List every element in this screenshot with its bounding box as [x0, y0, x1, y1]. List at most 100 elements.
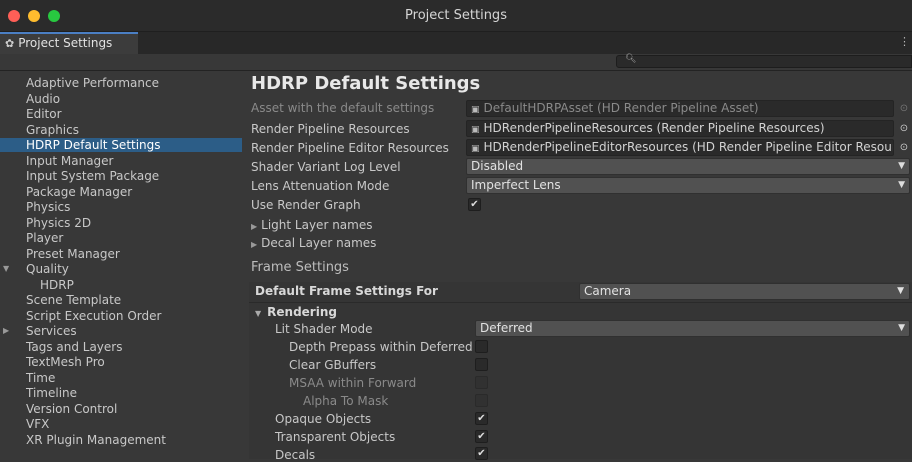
- sidebar-item-package-manager[interactable]: Package Manager: [0, 185, 242, 199]
- light-layers-foldout[interactable]: ▶ Light Layer names: [251, 218, 372, 232]
- depth-prepass-label: Depth Prepass within Deferred: [289, 340, 473, 354]
- sidebar-item-preset-manager[interactable]: Preset Manager: [0, 247, 242, 261]
- chevron-down-icon: ▼: [255, 309, 262, 318]
- sidebar-item-time[interactable]: Time: [0, 371, 242, 385]
- window-title: Project Settings: [405, 8, 507, 23]
- decals-checkbox[interactable]: ✔: [475, 447, 488, 460]
- decal-layers-label: Decal Layer names: [261, 236, 377, 250]
- opaque-objects-label: Opaque Objects: [275, 412, 372, 426]
- frame-settings-heading: Frame Settings: [251, 260, 349, 275]
- object-picker-icon[interactable]: ⊙: [898, 139, 910, 156]
- sidebar-item-hdrp[interactable]: HDRP: [0, 278, 242, 292]
- object-picker-icon[interactable]: ⊙: [898, 120, 910, 137]
- chevron-down-icon: ▼: [897, 286, 904, 296]
- sidebar-item-input-manager[interactable]: Input Manager: [0, 154, 242, 168]
- render-graph-label: Use Render Graph: [251, 198, 361, 212]
- sidebar-item-adaptive-performance[interactable]: Adaptive Performance: [0, 76, 242, 90]
- shader-log-value: Disabled: [471, 159, 524, 173]
- msaa-checkbox[interactable]: [475, 376, 488, 389]
- title-bar: Project Settings: [0, 0, 912, 32]
- tab-project-settings[interactable]: ✿ Project Settings: [0, 32, 138, 54]
- sidebar-item-graphics[interactable]: Graphics: [0, 123, 242, 137]
- sidebar-item-timeline[interactable]: Timeline: [0, 386, 242, 400]
- rp-resources-value: HDRenderPipelineResources (Render Pipeli…: [483, 121, 825, 135]
- sidebar-item-xr-plugin-management[interactable]: XR Plugin Management: [0, 433, 242, 447]
- chevron-down-icon: ▼: [898, 323, 905, 333]
- rendering-foldout[interactable]: ▼ Rendering: [255, 305, 337, 319]
- transparent-objects-checkbox[interactable]: ✔: [475, 430, 488, 443]
- shader-log-label: Shader Variant Log Level: [251, 160, 401, 174]
- settings-panel: HDRP Default Settings Asset with the def…: [242, 71, 912, 462]
- sidebar-item-input-system-package[interactable]: Input System Package: [0, 169, 242, 183]
- sidebar-item-hdrp-default-settings[interactable]: HDRP Default Settings: [0, 138, 242, 152]
- light-layers-label: Light Layer names: [261, 218, 373, 232]
- transparent-objects-label: Transparent Objects: [275, 430, 396, 444]
- sidebar-item-services[interactable]: ▶ Services: [0, 324, 242, 338]
- rp-editor-resources-label: Render Pipeline Editor Resources: [251, 141, 449, 155]
- alpha-mask-label: Alpha To Mask: [303, 394, 389, 408]
- sidebar-item-player[interactable]: Player: [0, 231, 242, 245]
- search-bar: 🔍︎: [0, 54, 912, 71]
- sidebar-item-audio[interactable]: Audio: [0, 92, 242, 106]
- lens-atten-value: Imperfect Lens: [471, 178, 561, 192]
- chevron-down-icon: ▼: [898, 180, 905, 190]
- sidebar-item-editor[interactable]: Editor: [0, 107, 242, 121]
- more-icon[interactable]: ⋮: [899, 35, 910, 48]
- chevron-down-icon: ▼: [898, 161, 905, 171]
- sidebar-item-vfx[interactable]: VFX: [0, 417, 242, 431]
- msaa-label: MSAA within Forward: [289, 376, 417, 390]
- clear-gbuffers-checkbox[interactable]: [475, 358, 488, 371]
- frame-settings-for-value: Camera: [584, 284, 632, 298]
- settings-sidebar: Adaptive Performance Audio Editor Graphi…: [0, 71, 242, 459]
- asset-icon: ▣: [471, 105, 480, 115]
- rp-resources-label: Render Pipeline Resources: [251, 122, 410, 136]
- sidebar-item-scene-template[interactable]: Scene Template: [0, 293, 242, 307]
- default-asset-value: DefaultHDRPAsset (HD Render Pipeline Ass…: [483, 101, 759, 115]
- rendering-label: Rendering: [267, 305, 337, 319]
- tab-label: Project Settings: [18, 36, 113, 50]
- sidebar-item-textmesh-pro[interactable]: TextMesh Pro: [0, 355, 242, 369]
- tab-bar: ✿ Project Settings ⋮: [0, 32, 912, 54]
- frame-settings-for-dropdown[interactable]: Camera ▼: [579, 283, 910, 300]
- sidebar-item-version-control[interactable]: Version Control: [0, 402, 242, 416]
- default-asset-field[interactable]: ▣ DefaultHDRPAsset (HD Render Pipeline As…: [466, 100, 894, 117]
- frame-settings-for-label: Default Frame Settings For: [255, 284, 438, 298]
- chevron-down-icon[interactable]: ▼: [3, 262, 9, 276]
- object-picker-icon[interactable]: ⊙: [898, 100, 910, 117]
- lens-atten-label: Lens Attenuation Mode: [251, 179, 390, 193]
- gear-icon: ✿: [5, 37, 15, 50]
- default-asset-label: Asset with the default settings: [251, 101, 435, 115]
- sidebar-item-label: Quality: [26, 262, 69, 276]
- rp-resources-field[interactable]: ▣ HDRenderPipelineResources (Render Pipel…: [466, 120, 894, 137]
- sidebar-item-physics-2d[interactable]: Physics 2D: [0, 216, 242, 230]
- chevron-right-icon: ▶: [251, 240, 258, 249]
- asset-icon: ▣: [471, 144, 480, 154]
- decals-label: Decals: [275, 448, 316, 462]
- search-input[interactable]: 🔍︎: [616, 54, 912, 68]
- chevron-right-icon[interactable]: ▶: [3, 324, 9, 338]
- alpha-mask-checkbox[interactable]: [475, 394, 488, 407]
- depth-prepass-checkbox[interactable]: [475, 340, 488, 353]
- shader-log-dropdown[interactable]: Disabled ▼: [466, 158, 910, 175]
- opaque-objects-checkbox[interactable]: ✔: [475, 412, 488, 425]
- page-title: HDRP Default Settings: [251, 73, 481, 94]
- clear-gbuffers-label: Clear GBuffers: [289, 358, 377, 372]
- sidebar-item-script-execution-order[interactable]: Script Execution Order: [0, 309, 242, 323]
- render-graph-checkbox[interactable]: ✔: [468, 198, 481, 211]
- lit-shader-label: Lit Shader Mode: [275, 322, 373, 336]
- frame-settings-panel: Default Frame Settings For Camera ▼ ▼ Rend…: [249, 282, 912, 462]
- sidebar-item-physics[interactable]: Physics: [0, 200, 242, 214]
- lit-shader-value: Deferred: [480, 321, 533, 335]
- rp-editor-resources-value: HDRenderPipelineEditorResources (HD Rend…: [483, 140, 894, 154]
- sidebar-item-tags-and-layers[interactable]: Tags and Layers: [0, 340, 242, 354]
- decal-layers-foldout[interactable]: ▶ Decal Layer names: [251, 236, 376, 250]
- asset-icon: ▣: [471, 125, 480, 135]
- sidebar-item-label: Services: [26, 324, 77, 338]
- rp-editor-resources-field[interactable]: ▣ HDRenderPipelineEditorResources (HD Ren…: [466, 139, 894, 156]
- frame-settings-header: Default Frame Settings For Camera ▼: [249, 282, 912, 303]
- sidebar-item-quality[interactable]: ▼ Quality: [0, 262, 242, 276]
- search-icon: 🔍︎: [625, 54, 637, 64]
- lens-atten-dropdown[interactable]: Imperfect Lens ▼: [466, 177, 910, 194]
- lit-shader-dropdown[interactable]: Deferred ▼: [475, 320, 910, 337]
- chevron-right-icon: ▶: [251, 222, 258, 231]
